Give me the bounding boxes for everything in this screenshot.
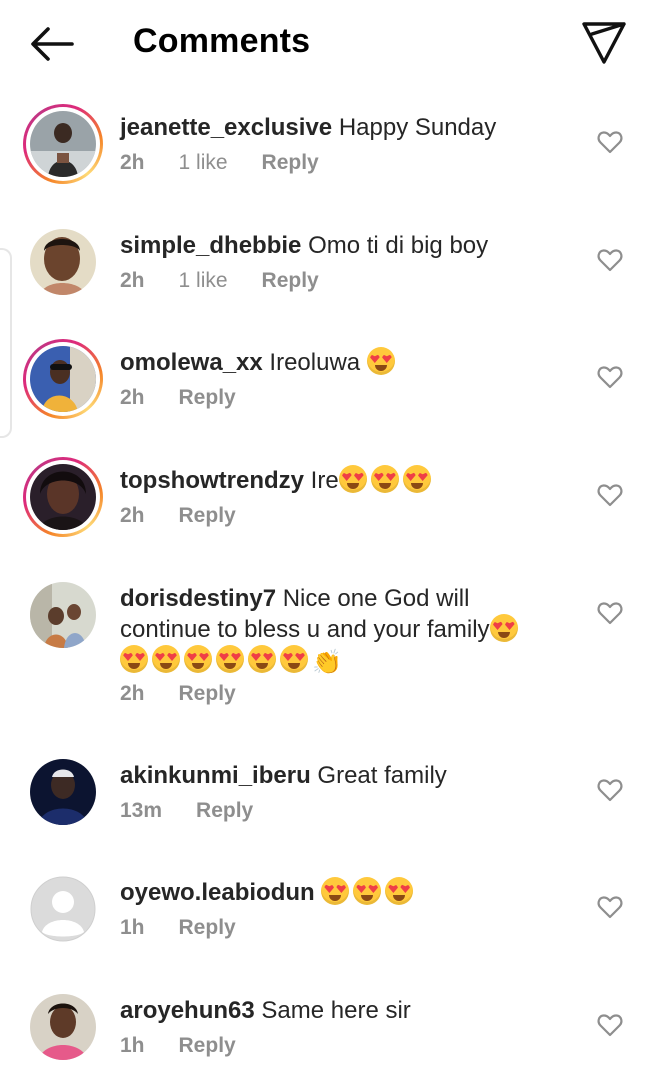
comment-text: oyewo.leabiodun	[120, 877, 560, 908]
heart-eyes-emoji-icon	[402, 465, 431, 493]
username[interactable]: aroyehun63	[120, 997, 255, 1024]
heart-eyes-emoji-icon	[385, 877, 414, 905]
avatar-wrapper[interactable]	[23, 752, 103, 832]
heart-outline-icon[interactable]	[597, 130, 623, 154]
heart-outline-icon[interactable]	[597, 483, 623, 507]
timestamp: 1h	[120, 916, 145, 939]
page-title: Comments	[133, 22, 311, 60]
comment-meta: 13m Reply	[120, 799, 287, 823]
timestamp: 2h	[120, 682, 145, 705]
heart-outline-icon[interactable]	[597, 365, 623, 389]
scroll-edge-indicator	[0, 248, 12, 438]
timestamp: 2h	[120, 504, 145, 527]
comment-body: Ire	[310, 467, 339, 494]
comment-text: aroyehun63 Same here sir	[120, 995, 560, 1026]
reply-button[interactable]: Reply	[262, 269, 319, 292]
heart-outline-icon[interactable]	[597, 1013, 623, 1037]
comment-meta: 2h 1 like Reply	[120, 269, 353, 293]
heart-eyes-emoji-icon	[353, 877, 382, 905]
avatar-story-ring[interactable]	[23, 457, 103, 537]
username[interactable]: oyewo.leabiodun	[120, 879, 315, 906]
reply-button[interactable]: Reply	[179, 386, 236, 409]
timestamp: 2h	[120, 151, 145, 174]
comment-meta: 2h Reply	[120, 504, 270, 528]
like-count[interactable]: 1 like	[179, 269, 228, 292]
comment-body: Happy Sunday	[338, 114, 497, 141]
avatar-wrapper[interactable]	[23, 869, 103, 949]
heart-eyes-emoji-icon	[321, 877, 350, 905]
heart-eyes-emoji-icon	[120, 645, 148, 673]
reply-button[interactable]: Reply	[196, 799, 253, 822]
reply-button[interactable]: Reply	[179, 1034, 236, 1057]
avatar	[30, 229, 96, 295]
arrow-left-icon[interactable]	[28, 24, 76, 64]
timestamp: 2h	[120, 386, 145, 409]
avatar	[30, 994, 96, 1060]
comment-body: Omo ti di big boy	[308, 232, 489, 259]
timestamp: 13m	[120, 799, 163, 822]
comment-body: Same here sir	[261, 997, 411, 1024]
avatar	[30, 582, 96, 648]
default-avatar-icon	[30, 876, 96, 942]
like-count[interactable]: 1 like	[179, 151, 228, 174]
reply-button[interactable]: Reply	[179, 504, 236, 527]
comment-text: omolewa_xx Ireoluwa	[120, 347, 560, 378]
username[interactable]: akinkunmi_iberu	[120, 762, 311, 789]
comment-text: dorisdestiny7 Nice one God will continue…	[120, 583, 560, 678]
heart-eyes-emoji-icon	[280, 645, 308, 673]
avatar	[30, 759, 96, 825]
username[interactable]: simple_dhebbie	[120, 232, 301, 259]
username[interactable]: topshowtrendzy	[120, 467, 304, 494]
send-icon[interactable]	[580, 20, 628, 66]
heart-outline-icon[interactable]	[597, 601, 623, 625]
heart-eyes-emoji-icon	[184, 645, 212, 673]
heart-eyes-emoji-icon	[216, 645, 244, 673]
comment-meta: 2h Reply	[120, 386, 270, 410]
comment-meta: 1h Reply	[120, 916, 270, 940]
username[interactable]: jeanette_exclusive	[120, 114, 332, 141]
comment-meta: 2h 1 like Reply	[120, 151, 353, 175]
timestamp: 1h	[120, 1034, 145, 1057]
comment-meta: 1h Reply	[120, 1034, 270, 1058]
heart-eyes-emoji-icon	[489, 614, 518, 642]
heart-eyes-emoji-icon	[248, 645, 276, 673]
comment-meta: 2h Reply	[120, 682, 270, 706]
username[interactable]: omolewa_xx	[120, 349, 263, 376]
comment-text: akinkunmi_iberu Great family	[120, 760, 560, 791]
heart-eyes-emoji-icon	[366, 347, 395, 375]
avatar-wrapper[interactable]	[23, 222, 103, 302]
heart-eyes-emoji-icon	[370, 465, 399, 493]
avatar	[30, 346, 96, 412]
timestamp: 2h	[120, 269, 145, 292]
header: Comments	[0, 0, 660, 86]
comment-text: simple_dhebbie Omo ti di big boy	[120, 230, 560, 261]
avatar-wrapper[interactable]	[23, 987, 103, 1067]
comment-body: Ireoluwa	[269, 349, 361, 376]
comment-body: Great family	[317, 762, 447, 789]
username[interactable]: dorisdestiny7	[120, 585, 276, 612]
avatar	[30, 464, 96, 530]
comment-text: topshowtrendzy Ire	[120, 465, 560, 496]
comment-text: jeanette_exclusive Happy Sunday	[120, 112, 560, 143]
reply-button[interactable]: Reply	[179, 682, 236, 705]
reply-button[interactable]: Reply	[179, 916, 236, 939]
reply-button[interactable]: Reply	[262, 151, 319, 174]
avatar-wrapper[interactable]	[23, 575, 103, 655]
avatar	[30, 111, 96, 177]
heart-eyes-emoji-icon	[338, 465, 367, 493]
clapping-hands-icon: 👏	[312, 649, 342, 676]
heart-outline-icon[interactable]	[597, 895, 623, 919]
avatar-story-ring[interactable]	[23, 339, 103, 419]
heart-outline-icon[interactable]	[597, 248, 623, 272]
heart-outline-icon[interactable]	[597, 778, 623, 802]
avatar-story-ring[interactable]	[23, 104, 103, 184]
heart-eyes-emoji-icon	[152, 645, 180, 673]
